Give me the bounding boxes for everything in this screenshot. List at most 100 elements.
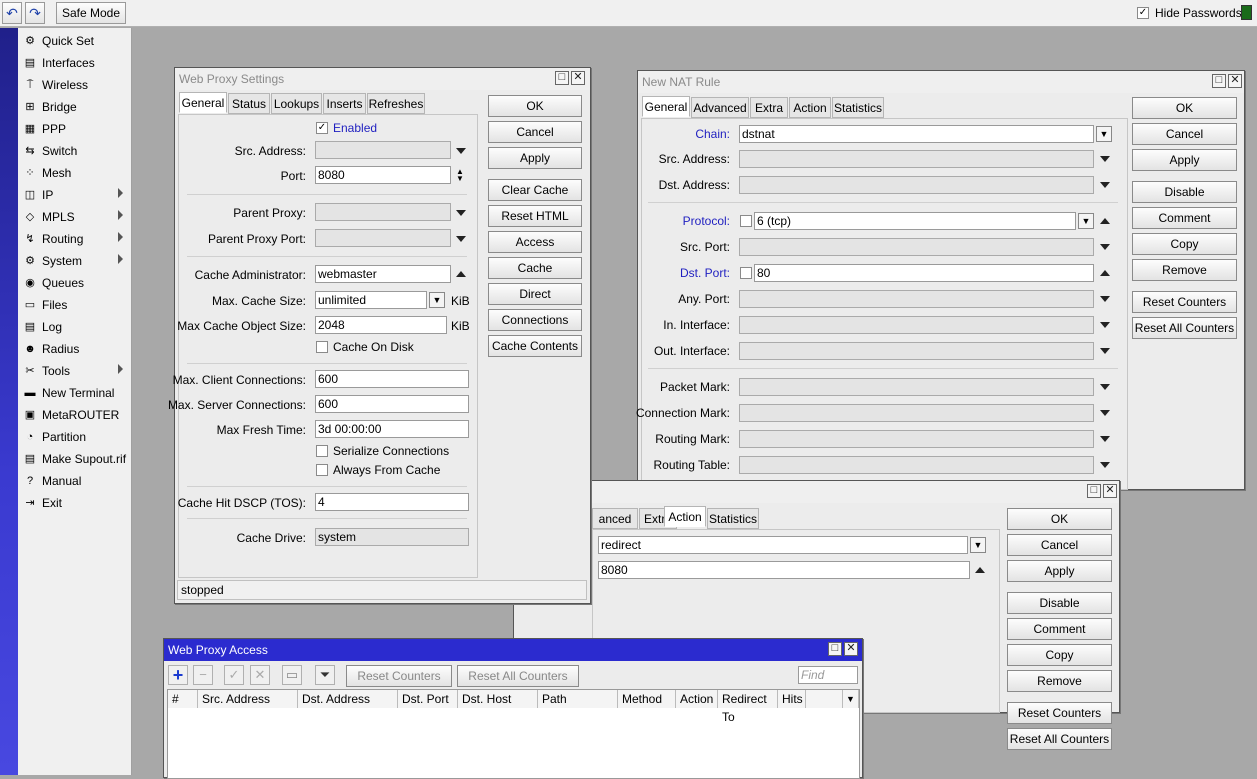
cache-hit-dscp-field[interactable]: 4 xyxy=(315,493,469,511)
cache-administrator-collapse-icon[interactable] xyxy=(456,271,466,277)
reset-all-counters-button[interactable]: Reset All Counters xyxy=(1007,728,1112,750)
access-button[interactable]: Access xyxy=(488,231,582,253)
copy-button[interactable]: Copy xyxy=(1007,644,1112,666)
hide-passwords-checkbox[interactable]: ✓ xyxy=(1137,7,1149,19)
packet-mark-dropdown-icon[interactable] xyxy=(1100,384,1110,390)
routing-mark-field[interactable] xyxy=(739,430,1094,448)
menu-item-interfaces[interactable]: ▤ Interfaces xyxy=(18,52,131,74)
column-header-path[interactable]: Path xyxy=(538,690,618,708)
parent-proxy-port-dropdown-icon[interactable] xyxy=(456,236,466,242)
menu-item-switch[interactable]: ⇆ Switch xyxy=(18,140,131,162)
tab-inserts[interactable]: Inserts xyxy=(323,93,366,114)
dst-address-field[interactable] xyxy=(739,176,1094,194)
dst-port-field[interactable]: 80 xyxy=(754,264,1094,282)
close-icon[interactable]: ✕ xyxy=(1103,484,1117,498)
column-header-method[interactable]: Method xyxy=(618,690,676,708)
comment-button[interactable]: Comment xyxy=(1132,207,1237,229)
add-icon[interactable]: + xyxy=(168,665,188,685)
copy-button[interactable]: Copy xyxy=(1132,233,1237,255)
column-header-dst-address[interactable]: Dst. Address xyxy=(298,690,398,708)
remove-button[interactable]: Remove xyxy=(1132,259,1237,281)
in-interface-field[interactable] xyxy=(739,316,1094,334)
close-icon[interactable]: ✕ xyxy=(844,642,858,656)
cache-administrator-field[interactable]: webmaster xyxy=(315,265,451,283)
column-chooser-dropdown[interactable]: ▼ xyxy=(843,690,859,708)
any-port-dropdown-icon[interactable] xyxy=(1100,296,1110,302)
protocol-dropdown[interactable]: ▼ xyxy=(1078,213,1094,229)
cancel-button[interactable]: Cancel xyxy=(488,121,582,143)
cancel-button[interactable]: Cancel xyxy=(1132,123,1237,145)
tab-general[interactable]: General xyxy=(179,92,227,113)
chain-dropdown[interactable]: ▼ xyxy=(1096,126,1112,142)
maximize-icon[interactable]: □ xyxy=(555,71,569,85)
tab-advanced[interactable]: Advanced xyxy=(691,97,749,118)
action-dropdown[interactable]: ▼ xyxy=(970,537,986,553)
disable-button[interactable]: Disable xyxy=(1132,181,1237,203)
maximize-icon[interactable]: □ xyxy=(1212,74,1226,88)
close-icon[interactable]: ✕ xyxy=(1228,74,1242,88)
menu-item-partition[interactable]: ◔ Partition xyxy=(18,426,131,448)
to-ports-field[interactable]: 8080 xyxy=(598,561,970,579)
filter-icon[interactable]: ⏷ xyxy=(315,665,335,685)
in-interface-dropdown-icon[interactable] xyxy=(1100,322,1110,328)
menu-item-routing[interactable]: ↯ Routing xyxy=(18,228,131,250)
to-ports-collapse-icon[interactable] xyxy=(975,567,985,573)
menu-item-tools[interactable]: ✂ Tools xyxy=(18,360,131,382)
find-input[interactable]: Find xyxy=(798,666,858,684)
reset-all-counters-button[interactable]: Reset All Counters xyxy=(457,665,579,687)
ok-button[interactable]: OK xyxy=(1132,97,1237,119)
port-field[interactable]: 8080 xyxy=(315,166,451,184)
comment-icon[interactable]: ▭ xyxy=(282,665,302,685)
tab-refreshes[interactable]: Refreshes xyxy=(367,93,425,114)
src-address-dropdown-icon[interactable] xyxy=(456,148,466,154)
routing-table-field[interactable] xyxy=(739,456,1094,474)
column-header-redirect-to[interactable]: Redirect To xyxy=(718,690,778,724)
reset-counters-button[interactable]: Reset Counters xyxy=(1132,291,1237,313)
src-address-field[interactable] xyxy=(315,141,451,159)
out-interface-field[interactable] xyxy=(739,342,1094,360)
direct-button[interactable]: Direct xyxy=(488,283,582,305)
menu-item-files[interactable]: ▭ Files xyxy=(18,294,131,316)
tab-action[interactable]: Action xyxy=(789,97,831,118)
src-address-field[interactable] xyxy=(739,150,1094,168)
cache-on-disk-checkbox[interactable] xyxy=(316,341,328,353)
maximize-icon[interactable]: □ xyxy=(828,642,842,656)
parent-proxy-field[interactable] xyxy=(315,203,451,221)
menu-item-system[interactable]: ⚙ System xyxy=(18,250,131,272)
tab-status[interactable]: Status xyxy=(228,93,270,114)
tab-extra[interactable]: Extra xyxy=(750,97,788,118)
menu-item-exit[interactable]: ⇥ Exit xyxy=(18,492,131,514)
apply-button[interactable]: Apply xyxy=(488,147,582,169)
protocol-field[interactable]: 6 (tcp) xyxy=(754,212,1076,230)
safe-mode-button[interactable]: Safe Mode xyxy=(56,2,126,24)
remove-icon[interactable]: − xyxy=(193,665,213,685)
menu-item-make-supout-rif[interactable]: ▤ Make Supout.rif xyxy=(18,448,131,470)
column-header-dst-host[interactable]: Dst. Host xyxy=(458,690,538,708)
tab-statistics[interactable]: Statistics xyxy=(832,97,884,118)
menu-item-mpls[interactable]: ◇ MPLS xyxy=(18,206,131,228)
remove-button[interactable]: Remove xyxy=(1007,670,1112,692)
ok-button[interactable]: OK xyxy=(488,95,582,117)
menu-item-log[interactable]: ▤ Log xyxy=(18,316,131,338)
max-cache-object-size-field[interactable]: 2048 xyxy=(315,316,447,334)
tab-advanced[interactable]: anced xyxy=(592,508,638,529)
packet-mark-field[interactable] xyxy=(739,378,1094,396)
menu-item-queues[interactable]: ◉ Queues xyxy=(18,272,131,294)
enabled-checkbox[interactable]: ✓ xyxy=(316,122,328,134)
always-from-cache-checkbox[interactable] xyxy=(316,464,328,476)
any-port-field[interactable] xyxy=(739,290,1094,308)
cache-contents-button[interactable]: Cache Contents xyxy=(488,335,582,357)
clear-cache-button[interactable]: Clear Cache xyxy=(488,179,582,201)
redo-button[interactable]: ↷ xyxy=(25,2,45,24)
max-client-connections-field[interactable]: 600 xyxy=(315,370,469,388)
routing-table-dropdown-icon[interactable] xyxy=(1100,462,1110,468)
reset-counters-button[interactable]: Reset Counters xyxy=(1007,702,1112,724)
cache-drive-field[interactable]: system xyxy=(315,528,469,546)
column-header-src-address[interactable]: Src. Address xyxy=(198,690,298,708)
menu-item-metarouter[interactable]: ▣ MetaROUTER xyxy=(18,404,131,426)
dst-address-dropdown-icon[interactable] xyxy=(1100,182,1110,188)
parent-proxy-port-field[interactable] xyxy=(315,229,451,247)
column-header-#[interactable]: # xyxy=(168,690,198,708)
menu-item-ppp[interactable]: ▦ PPP xyxy=(18,118,131,140)
protocol-collapse-icon[interactable] xyxy=(1100,218,1110,224)
